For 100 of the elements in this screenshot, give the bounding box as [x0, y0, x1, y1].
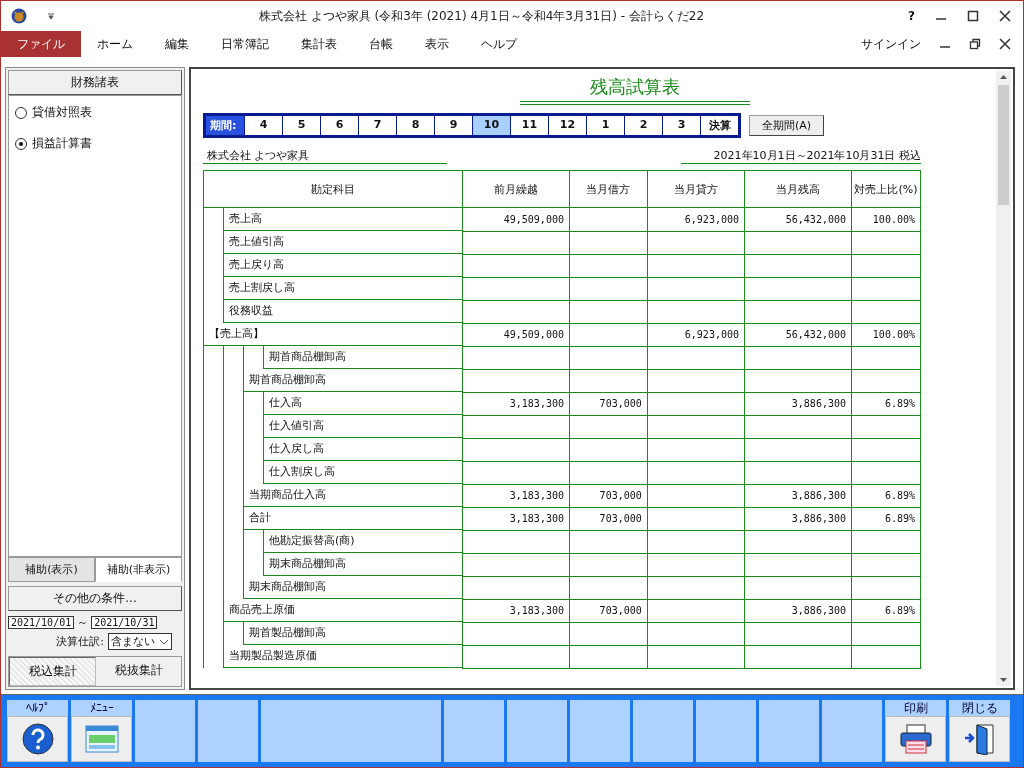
- empty-toolbar-slot: [135, 700, 195, 762]
- range-separator: ～: [77, 615, 89, 630]
- amount: 3,886,300: [791, 605, 846, 616]
- account-name: 商品売上原価: [224, 599, 462, 622]
- period-tab[interactable]: 4: [245, 116, 282, 135]
- start-date-field[interactable]: 2021/10/01: [8, 616, 75, 629]
- amount: 6,923,000: [684, 329, 739, 340]
- report-option[interactable]: 貸借対照表: [15, 104, 175, 121]
- amount: 3,183,300: [509, 398, 564, 409]
- company-name: 株式会社 よつや家具: [203, 148, 447, 164]
- section-header[interactable]: 財務諸表: [8, 70, 182, 95]
- period-tab[interactable]: 9: [435, 116, 472, 135]
- period-tab[interactable]: 8: [397, 116, 434, 135]
- menu-item[interactable]: 日常簿記: [205, 31, 285, 57]
- period-tab[interactable]: 11: [511, 116, 548, 135]
- amount: 49,509,000: [503, 213, 564, 225]
- sales-ratio: 6.89%: [884, 513, 915, 524]
- menu-item[interactable]: ファイル: [1, 31, 81, 57]
- all-periods-button[interactable]: 全期間(A): [749, 115, 825, 136]
- amount: 703,000: [599, 398, 642, 409]
- menu-item[interactable]: 台帳: [353, 31, 409, 57]
- amount: 56,432,000: [785, 213, 846, 225]
- empty-toolbar-slot: [570, 700, 630, 762]
- menu-item[interactable]: 集計表: [285, 31, 353, 57]
- radio-button[interactable]: [15, 106, 27, 119]
- account-name: 売上割戻し高: [224, 277, 462, 300]
- account-name: 期末商品棚卸高: [244, 576, 462, 599]
- tab[interactable]: 補助(表示): [8, 557, 95, 582]
- menu-item[interactable]: ヘルプ: [465, 31, 533, 57]
- menu-item[interactable]: 編集: [149, 31, 205, 57]
- account-name: 当期商品仕入高: [244, 484, 462, 507]
- report-title: 残高試算表: [519, 75, 750, 105]
- toolbar-button[interactable]: 印刷: [885, 700, 946, 762]
- toolbar-button[interactable]: ﾒﾆｭｰ: [71, 700, 132, 762]
- account-name: 仕入戻し高: [264, 438, 462, 461]
- period-tab[interactable]: 7: [359, 116, 396, 135]
- end-date-field[interactable]: 2021/10/31: [91, 616, 158, 629]
- column-header: 勘定科目: [203, 170, 463, 208]
- amount: 49,509,000: [503, 329, 564, 340]
- column-header: 前月繰越: [462, 170, 570, 208]
- column-header: 当月借方: [569, 170, 648, 208]
- period-tab[interactable]: 1: [587, 116, 624, 135]
- restore-icon[interactable]: [969, 38, 981, 50]
- amount: 3,183,300: [509, 605, 564, 616]
- amount: 3,886,300: [791, 490, 846, 501]
- period-label: 期間:: [206, 116, 244, 135]
- help-button[interactable]: ?: [908, 9, 915, 23]
- empty-toolbar-slot: [198, 700, 258, 762]
- column-header: 当月残高: [744, 170, 852, 208]
- toolbar-button[interactable]: ﾍﾙﾌﾟ: [7, 700, 68, 762]
- period-tab[interactable]: 2: [625, 116, 662, 135]
- empty-toolbar-slot: [759, 700, 819, 762]
- radio-button[interactable]: [15, 137, 27, 150]
- close-icon[interactable]: [999, 38, 1011, 50]
- period-tab[interactable]: 3: [663, 116, 700, 135]
- empty-toolbar-slot: [822, 700, 882, 762]
- account-name: 売上戻り高: [224, 254, 462, 277]
- period-tab[interactable]: 10: [473, 116, 510, 135]
- empty-toolbar-slot: [633, 700, 693, 762]
- account-name: 他勘定振替高(商): [264, 530, 462, 553]
- window-title: 株式会社 よつや家具 (令和3年 (2021) 4月1日～令和4年3月31日) - 会計らくだ22: [257, 7, 706, 25]
- amount: 56,432,000: [785, 329, 846, 340]
- menu-item[interactable]: 表示: [409, 31, 465, 57]
- menu-item[interactable]: ホーム: [81, 31, 149, 57]
- account-name: 【売上高】: [204, 323, 462, 346]
- sign-in-link[interactable]: サインイン: [861, 35, 921, 53]
- period-tab[interactable]: 6: [321, 116, 358, 135]
- quick-access-icon[interactable]: [47, 12, 55, 20]
- account-name: 仕入高: [264, 392, 462, 415]
- conditions-button[interactable]: その他の条件...: [8, 586, 182, 611]
- account-name: 当期製品製造原価: [224, 645, 462, 668]
- tab[interactable]: 税込集計: [9, 657, 96, 686]
- period-tab[interactable]: 決算: [701, 116, 738, 135]
- sales-ratio: 100.00%: [872, 329, 915, 340]
- closing-entries-label: 決算仕訳:: [56, 634, 104, 649]
- closing-entries-dropdown[interactable]: 含まない: [108, 633, 172, 650]
- amount: 3,183,300: [509, 513, 564, 524]
- account-name: 売上値引高: [224, 231, 462, 254]
- amount: 703,000: [599, 513, 642, 524]
- scroll-thumb[interactable]: [998, 85, 1009, 205]
- scrollbar[interactable]: [996, 71, 1011, 686]
- exit-door-icon: [962, 723, 997, 755]
- tab[interactable]: 補助(非表示): [95, 557, 182, 582]
- account-name: 売上高: [224, 208, 462, 231]
- account-name: 期首製品棚卸高: [244, 622, 462, 645]
- amount: 6,923,000: [684, 213, 739, 225]
- account-name: 期首商品棚卸高: [264, 346, 462, 369]
- report-option[interactable]: 損益計算書: [15, 135, 175, 152]
- amount: 3,886,300: [791, 398, 846, 409]
- sales-ratio: 6.89%: [884, 490, 915, 501]
- close-icon[interactable]: [999, 10, 1011, 22]
- account-name: 仕入割戻し高: [264, 461, 462, 484]
- help-icon: [21, 723, 54, 755]
- period-tab[interactable]: 12: [549, 116, 586, 135]
- account-name: 仕入値引高: [264, 415, 462, 438]
- period-tab[interactable]: 5: [283, 116, 320, 135]
- maximize-icon[interactable]: [967, 10, 979, 22]
- toolbar-button[interactable]: 閉じる: [949, 700, 1010, 762]
- empty-toolbar-slot: [696, 700, 756, 762]
- empty-toolbar-slot: [507, 700, 567, 762]
